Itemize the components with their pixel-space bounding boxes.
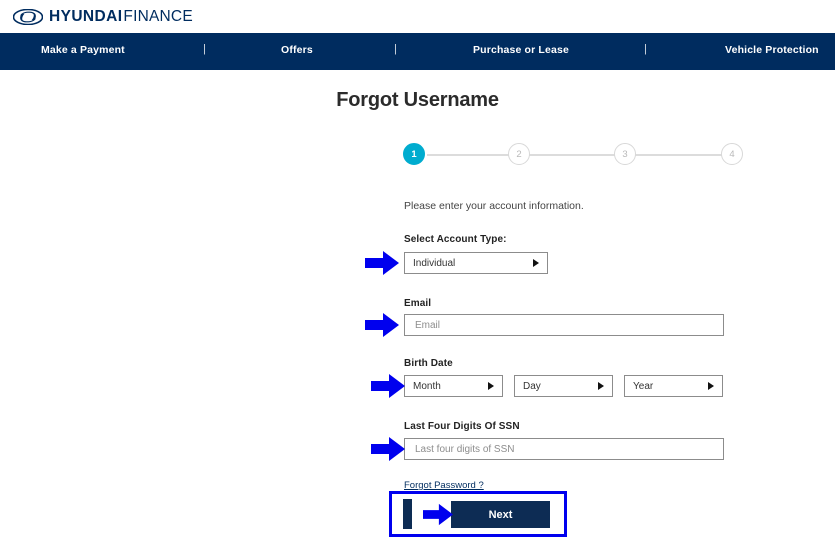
nav-item-purchase-or-lease[interactable]: Purchase or Lease bbox=[473, 44, 569, 56]
caret-right-icon bbox=[598, 382, 604, 390]
page-title: Forgot Username bbox=[336, 89, 499, 111]
forgot-password-link[interactable]: Forgot Password ? bbox=[404, 480, 484, 491]
logo[interactable]: HYUNDAI FINANCE bbox=[13, 8, 193, 26]
nav-separator: | bbox=[644, 43, 647, 55]
ssn-placeholder: Last four digits of SSN bbox=[415, 443, 515, 455]
logo-brand-suffix: FINANCE bbox=[123, 7, 193, 25]
stepper-connector-line bbox=[427, 154, 723, 156]
birth-day-value: Day bbox=[523, 380, 541, 392]
caret-right-icon bbox=[708, 382, 714, 390]
ssn-label: Last Four Digits Of SSN bbox=[404, 421, 520, 432]
right-arrow-annotation-icon bbox=[423, 503, 453, 526]
email-input[interactable]: Email bbox=[404, 314, 724, 336]
nav-item-make-a-payment[interactable]: Make a Payment bbox=[41, 44, 125, 56]
main-navigation bbox=[0, 33, 835, 70]
stepper-step-2[interactable]: 2 bbox=[508, 143, 530, 165]
nav-item-vehicle-protection[interactable]: Vehicle Protection bbox=[725, 44, 819, 56]
stepper-step-4[interactable]: 4 bbox=[721, 143, 743, 165]
text-cursor-bar-icon bbox=[403, 499, 412, 529]
right-arrow-annotation-icon bbox=[365, 313, 399, 337]
logo-brand-name: HYUNDAI bbox=[49, 7, 123, 25]
account-type-select[interactable]: Individual bbox=[404, 252, 548, 274]
birth-date-label: Birth Date bbox=[404, 358, 453, 369]
right-arrow-annotation-icon bbox=[371, 437, 405, 461]
right-arrow-annotation-icon bbox=[371, 374, 405, 398]
next-button[interactable]: Next bbox=[451, 501, 550, 528]
email-placeholder: Email bbox=[415, 319, 441, 331]
progress-stepper: 1 2 3 4 bbox=[403, 143, 743, 167]
birth-year-select[interactable]: Year bbox=[624, 375, 723, 397]
ssn-input[interactable]: Last four digits of SSN bbox=[404, 438, 724, 460]
brand-header: HYUNDAI FINANCE bbox=[0, 0, 835, 33]
caret-right-icon bbox=[488, 382, 494, 390]
account-type-label: Select Account Type: bbox=[404, 234, 507, 245]
nav-separator: | bbox=[394, 43, 397, 55]
nav-item-offers[interactable]: Offers bbox=[281, 44, 313, 56]
right-arrow-annotation-icon bbox=[365, 251, 399, 275]
hyundai-h-ellipse-icon bbox=[13, 8, 43, 25]
stepper-step-3[interactable]: 3 bbox=[614, 143, 636, 165]
stepper-step-1[interactable]: 1 bbox=[403, 143, 425, 165]
birth-year-value: Year bbox=[633, 380, 654, 392]
caret-right-icon bbox=[533, 259, 539, 267]
birth-month-value: Month bbox=[413, 380, 441, 392]
birth-day-select[interactable]: Day bbox=[514, 375, 613, 397]
account-type-value: Individual bbox=[413, 257, 456, 269]
form-intro-text: Please enter your account information. bbox=[404, 200, 584, 212]
birth-month-select[interactable]: Month bbox=[404, 375, 503, 397]
nav-separator: | bbox=[203, 43, 206, 55]
email-label: Email bbox=[404, 298, 432, 309]
